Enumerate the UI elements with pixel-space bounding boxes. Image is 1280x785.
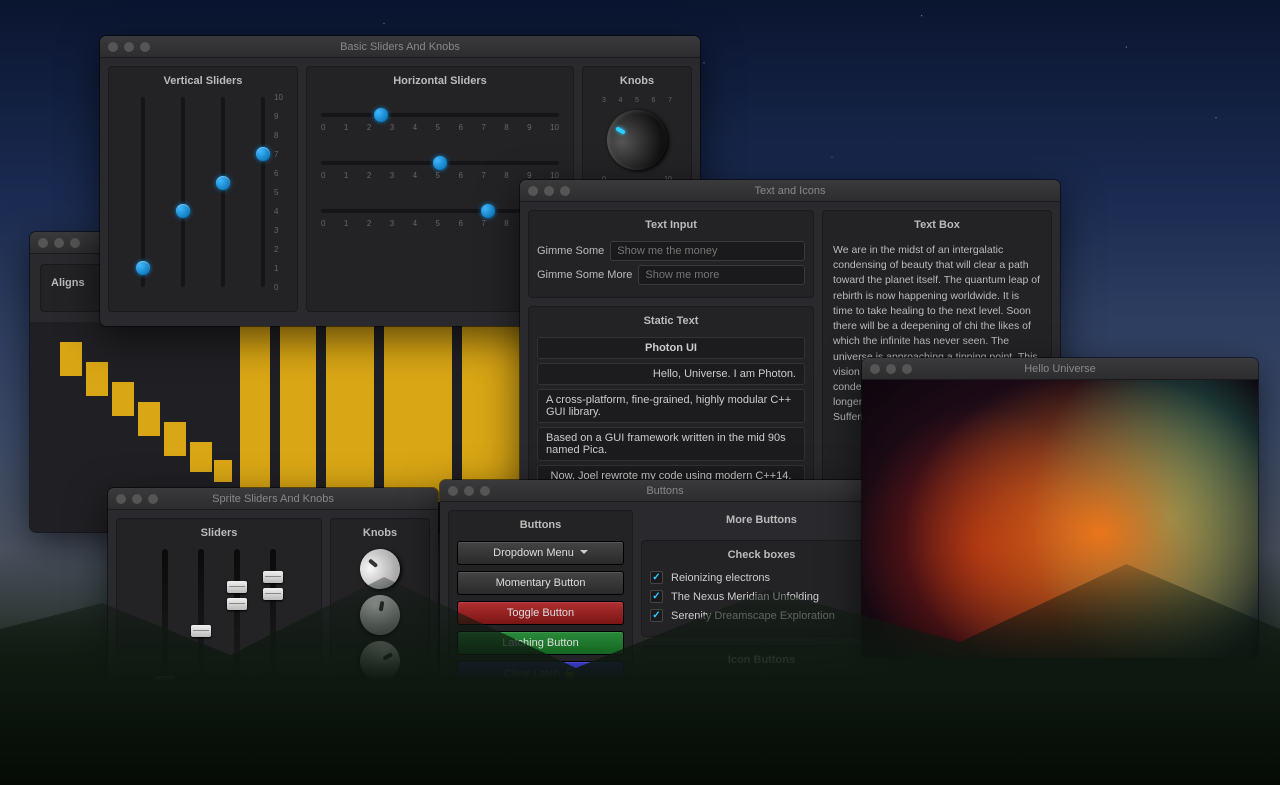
sprite-mail-button[interactable]: ✉ (772, 768, 804, 780)
hsliders-title: Horizontal Sliders (315, 75, 565, 87)
mail-icon: ✉ (784, 775, 793, 781)
static-header: Photon UI (537, 337, 805, 359)
clear-latch-label: Clear Latch (504, 668, 560, 680)
input-title: Text Input (537, 219, 805, 231)
align-traffic-lights[interactable] (30, 238, 80, 248)
arrow-icon-button[interactable]: ← (826, 682, 858, 708)
static-line-0: Hello, Universe. I am Photon. (537, 363, 805, 385)
buttons-traffic[interactable] (440, 486, 490, 496)
power-icon-button[interactable]: ⏻ (665, 682, 697, 708)
text-traffic[interactable] (520, 186, 570, 196)
hello-title: Hello Universe (862, 363, 1258, 375)
buttons-left-title: Buttons (457, 519, 624, 531)
setup-button[interactable]: ⚙ Setup (457, 692, 624, 717)
hello-traffic[interactable] (862, 364, 912, 374)
buttons-title: Buttons (440, 485, 890, 497)
setup-label: Setup (533, 699, 562, 711)
vertical-sliders: 10 9 8 7 6 5 4 3 2 1 0 (117, 97, 289, 287)
knobs-title: Knobs (591, 75, 683, 87)
sprite-knob-3[interactable] (339, 641, 421, 681)
gear-icon: ⚙ (520, 699, 530, 711)
sliders-title: Basic Sliders And Knobs (100, 41, 700, 53)
sliders-traffic[interactable] (100, 42, 150, 52)
power-icon: ⏻ (675, 687, 686, 704)
checkbox-3-label: Serenity Dreamscape Exploration (671, 610, 835, 622)
static-line-2: Based on a GUI framework written in the … (537, 427, 805, 461)
sprite-slider-2[interactable] (190, 549, 212, 719)
text-titlebar[interactable]: Text and Icons (520, 180, 1060, 202)
arrow-left-icon: ← (835, 687, 849, 703)
input1-label: Gimme Some (537, 245, 604, 257)
input2-label: Gimme Some More (537, 269, 632, 281)
search-icon: 🔍 (726, 687, 743, 704)
vslider-3[interactable] (212, 97, 234, 287)
text-title: Text and Icons (520, 185, 1060, 197)
static-line-1: A cross-platform, fine-grained, highly m… (537, 389, 805, 423)
unlock-icon: 🔓 (563, 668, 577, 680)
hello-window[interactable]: Hello Universe (862, 358, 1258, 658)
buttons-window[interactable]: Buttons Buttons Dropdown Menu Momentary … (440, 480, 890, 780)
vslider-4[interactable]: 10 9 8 7 6 5 4 3 2 1 0 (252, 97, 274, 287)
vsliders-title: Vertical Sliders (117, 75, 289, 87)
sprite-knob-1[interactable] (339, 549, 421, 589)
sliders-titlebar[interactable]: Basic Sliders And Knobs (100, 36, 700, 58)
back-circle-icon: ↺ (783, 687, 795, 704)
hello-titlebar[interactable]: Hello Universe (862, 358, 1258, 380)
checkbox-2[interactable]: The Nexus Meridian Unfolding (650, 590, 873, 603)
power-icon: ⏻ (677, 775, 686, 781)
buttons-titlebar[interactable]: Buttons (440, 480, 890, 502)
nebula-image (862, 380, 1258, 658)
checkboxes-title: Check boxes (650, 549, 873, 561)
sprite-knobs-title: Knobs (339, 527, 421, 539)
sprite-titlebar[interactable]: Sprite Sliders And Knobs (108, 488, 438, 510)
refresh-icon-button[interactable]: ↺ (772, 682, 804, 708)
sprite-slider-4[interactable] (262, 549, 284, 719)
sprite-knob-2[interactable] (339, 595, 421, 635)
input2-field[interactable] (638, 265, 805, 285)
textbox-title: Text Box (831, 219, 1043, 231)
sprite-window[interactable]: Sprite Sliders And Knobs Sliders Knobs (108, 488, 438, 758)
hslider-2[interactable]: 012345678910 (321, 153, 559, 183)
checkbox-1-box[interactable] (650, 571, 663, 584)
checkbox-3-box[interactable] (650, 609, 663, 622)
dropdown-label: Dropdown Menu (493, 547, 574, 559)
input1-field[interactable] (610, 241, 805, 261)
momentary-button[interactable]: Momentary Button (457, 571, 624, 595)
sprite-buttons-title: Sprite Buttons (650, 740, 873, 752)
sprite-power-button[interactable]: ⏻ (665, 768, 697, 780)
vslider-1[interactable] (132, 97, 154, 287)
toggle-button[interactable]: Toggle Button (457, 601, 624, 625)
sprite-wave-button[interactable]: 〰 (719, 768, 751, 780)
more-buttons-title: More Buttons (637, 514, 886, 526)
sprite-sliders-title: Sliders (125, 527, 313, 539)
checkbox-1-label: Reionizing electrons (671, 572, 770, 584)
sprite-traffic[interactable] (108, 494, 158, 504)
icon-buttons-title: Icon Buttons (650, 654, 873, 666)
vslider-2[interactable] (172, 97, 194, 287)
checkbox-3[interactable]: Serenity Dreamscape Exploration (650, 609, 873, 622)
checkbox-1[interactable]: Reionizing electrons (650, 571, 873, 584)
checkbox-2-box[interactable] (650, 590, 663, 603)
sprite-transit-button[interactable]: 🚌 (826, 768, 858, 780)
sprite-slider-1[interactable] (154, 549, 176, 719)
static-title: Static Text (537, 315, 805, 327)
latching-button[interactable]: Latching Button (457, 631, 624, 655)
wave-icon: 〰 (729, 773, 740, 780)
sprite-slider-3[interactable] (226, 549, 248, 719)
dropdown-button[interactable]: Dropdown Menu (457, 541, 624, 565)
hslider-1[interactable]: 012345678910 (321, 105, 559, 135)
checkbox-2-label: The Nexus Meridian Unfolding (671, 591, 819, 603)
clear-latch-button[interactable]: Clear Latch 🔓 (457, 661, 624, 686)
caret-down-icon (580, 550, 588, 558)
search-icon-button[interactable]: 🔍 (719, 682, 751, 708)
bus-icon: 🚌 (835, 775, 849, 781)
knob-1[interactable]: 34567 010 (591, 97, 683, 183)
